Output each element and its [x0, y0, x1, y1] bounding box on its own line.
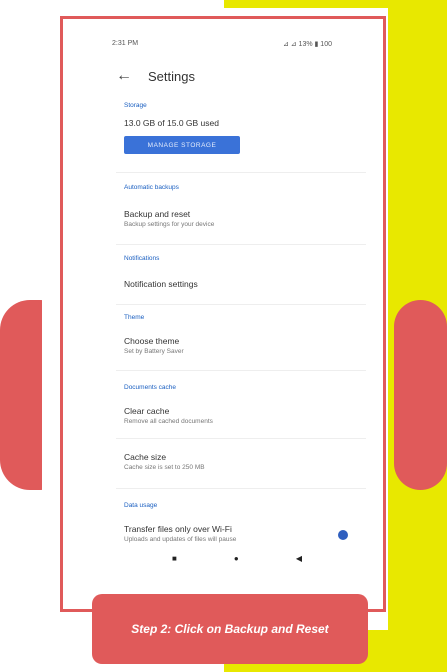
phone-screen: 2:31 PM ⊿ ⊿ 13% ▮ 100 ← Settings Storage…: [72, 24, 378, 594]
app-header: ← Settings: [116, 64, 195, 88]
status-bar: 2:31 PM ⊿ ⊿ 13% ▮ 100: [112, 40, 332, 54]
red-blob-right: [394, 300, 447, 490]
storage-usage: 13.0 GB of 15.0 GB used: [124, 118, 219, 128]
toggle-thumb: [338, 530, 348, 540]
settings-item-theme[interactable]: Choose theme: [124, 336, 179, 346]
divider: [116, 488, 366, 489]
step-caption: Step 2: Click on Backup and Reset: [92, 594, 368, 664]
section-label-backups: Automatic backups: [124, 184, 179, 191]
home-icon[interactable]: ●: [234, 554, 239, 570]
settings-item-cache-size[interactable]: Cache size: [124, 452, 166, 462]
section-label-data-usage: Data usage: [124, 502, 158, 509]
section-label-notifications: Notifications: [124, 255, 160, 262]
wifi-only-toggle[interactable]: [328, 530, 348, 540]
section-label-theme: Theme: [124, 314, 145, 321]
status-icons: ⊿ ⊿ 13% ▮ 100: [282, 41, 332, 48]
divider: [116, 304, 366, 305]
section-label-cache: Documents cache: [124, 384, 177, 391]
manage-storage-button[interactable]: MANAGE STORAGE: [124, 136, 240, 154]
settings-item-backup-reset-sub: Backup settings for your device: [124, 221, 215, 228]
divider: [116, 370, 366, 371]
status-time: 2:31 PM: [112, 40, 139, 47]
back-arrow-icon[interactable]: ←: [116, 67, 140, 85]
section-label-storage: Storage: [124, 102, 147, 109]
back-icon[interactable]: ◀: [296, 554, 302, 570]
android-nav-bar: ■ ● ◀: [172, 554, 302, 570]
settings-item-clear-cache-sub: Remove all cached documents: [124, 418, 213, 425]
divider: [116, 438, 366, 439]
divider: [116, 172, 366, 173]
settings-item-notifications[interactable]: Notification settings: [124, 279, 198, 289]
settings-item-theme-sub: Set by Battery Saver: [124, 348, 184, 355]
recents-icon[interactable]: ■: [172, 554, 177, 570]
settings-item-wifi-only[interactable]: Transfer files only over Wi-Fi: [124, 524, 232, 534]
settings-item-cache-size-sub: Cache size is set to 250 MB: [124, 464, 205, 471]
settings-item-clear-cache[interactable]: Clear cache: [124, 406, 169, 416]
divider: [116, 244, 366, 245]
page-title: Settings: [148, 68, 195, 84]
settings-item-backup-reset[interactable]: Backup and reset: [124, 209, 190, 219]
settings-item-wifi-only-sub: Uploads and updates of files will pause: [124, 536, 237, 543]
